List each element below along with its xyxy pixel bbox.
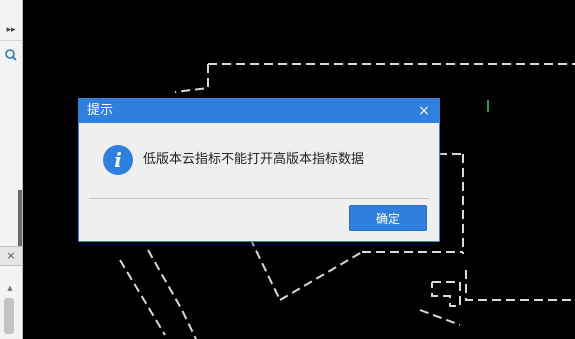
close-icon: ×: [418, 103, 430, 119]
search-button[interactable]: [0, 44, 22, 66]
dialog-divider: [89, 198, 429, 199]
scroll-up-arrow-icon[interactable]: ▲: [2, 283, 18, 293]
panel-splitter[interactable]: [18, 190, 22, 250]
panel-scrollbar[interactable]: [4, 298, 14, 334]
search-icon: [5, 49, 17, 61]
double-chevron-right-icon: ▸▸: [6, 25, 16, 35]
side-panel: ▸▸ × ▲: [0, 0, 23, 339]
ok-button[interactable]: 确定: [349, 205, 427, 231]
panel-close-button[interactable]: ×: [0, 246, 22, 266]
expand-panel-button[interactable]: ▸▸: [0, 20, 22, 41]
dialog-message: 低版本云指标不能打开高版本指标数据: [143, 152, 365, 167]
dialog-close-button[interactable]: ×: [417, 99, 431, 123]
dialog-title-bar[interactable]: 提示 ×: [79, 99, 439, 123]
dialog-title: 提示: [87, 103, 114, 118]
message-dialog: 提示 × i 低版本云指标不能打开高版本指标数据 确定: [78, 98, 440, 242]
info-icon: i: [103, 145, 133, 175]
close-icon: ×: [6, 249, 16, 262]
